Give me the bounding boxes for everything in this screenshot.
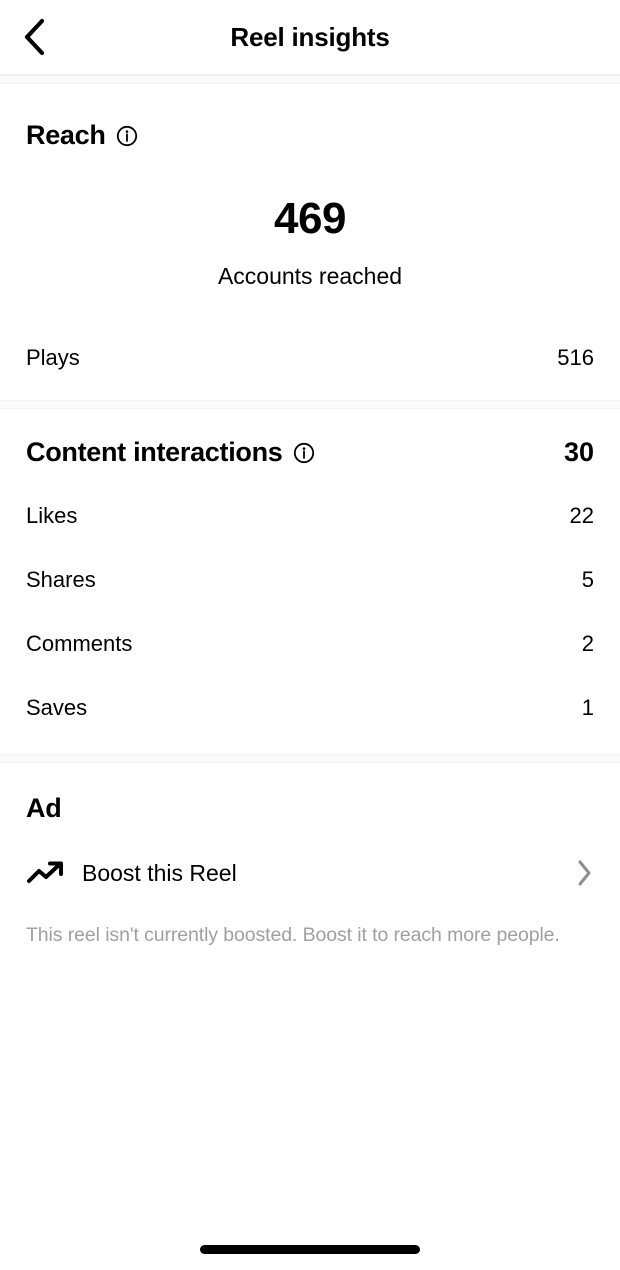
metric-label: Likes <box>26 503 78 528</box>
page-title: Reel insights <box>230 21 390 52</box>
chevron-right-icon <box>576 858 594 888</box>
accounts-reached-value: 469 <box>274 194 346 243</box>
metric-value: 516 <box>557 345 594 370</box>
content-interactions-title: Content interactions <box>26 437 283 467</box>
section-separator-top <box>0 75 620 84</box>
trending-up-icon <box>26 859 68 887</box>
reach-header: Reach <box>26 120 594 151</box>
content-interactions-total: 30 <box>563 437 594 467</box>
content-interactions-header: Content interactions 30 <box>26 437 594 468</box>
metric-value: 1 <box>581 695 594 720</box>
metric-value: 5 <box>581 567 594 592</box>
metric-label: Saves <box>26 695 88 720</box>
section-separator-interactions <box>0 754 620 763</box>
home-indicator <box>200 1245 420 1254</box>
content-interactions-section: Content interactions 30 Likes 22 Shares … <box>0 409 620 754</box>
metric-label: Plays <box>26 345 80 370</box>
table-row: Plays 516 <box>26 326 594 390</box>
reach-section: Reach 469 Accounts reached Plays 516 <box>0 84 620 400</box>
info-circle-icon[interactable] <box>293 442 315 464</box>
accounts-reached-label: Accounts reached <box>217 263 403 289</box>
metric-label: Shares <box>26 567 96 592</box>
table-row: Shares 5 <box>26 548 594 612</box>
reach-title: Reach <box>26 120 106 150</box>
boost-this-reel-label: Boost this Reel <box>82 859 237 886</box>
ad-section: Ad Boost this Reel This reel isn't curre… <box>0 763 620 947</box>
section-separator-reach <box>0 400 620 409</box>
table-row: Likes 22 <box>26 484 594 548</box>
metric-label: Comments <box>26 631 133 656</box>
info-circle-icon[interactable] <box>116 125 138 147</box>
boost-this-reel-button[interactable]: Boost this Reel <box>26 858 594 888</box>
ad-caption: This reel isn't currently boosted. Boost… <box>26 924 560 946</box>
metric-value: 2 <box>581 631 594 656</box>
table-row: Comments 2 <box>26 612 594 676</box>
reach-metric-list: Plays 516 <box>26 326 594 400</box>
metric-value: 22 <box>569 503 594 528</box>
content-interactions-metric-list: Likes 22 Shares 5 Comments 2 Saves 1 <box>26 484 594 740</box>
app-header: Reel insights <box>0 0 620 75</box>
table-row: Saves 1 <box>26 676 594 740</box>
ad-title: Ad <box>26 793 62 823</box>
